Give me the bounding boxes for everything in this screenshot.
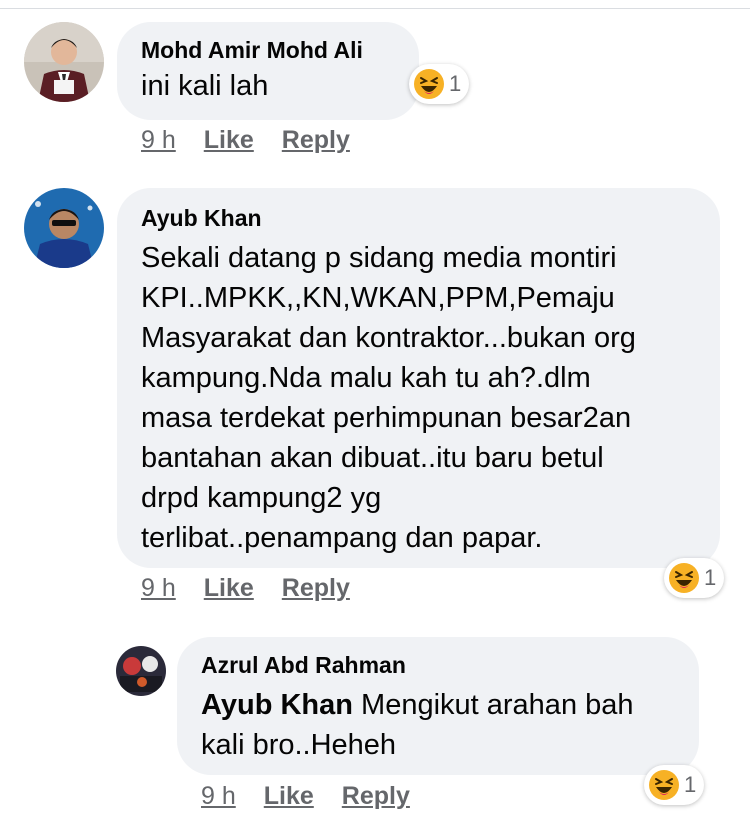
comment-text-line: Masyarakat dan kontraktor...bukan org <box>141 322 636 354</box>
mention-link[interactable]: Ayub Khan <box>201 689 353 721</box>
comment-text: ini kali lah <box>141 70 269 102</box>
comment-text-line: kali bro..Heheh <box>201 729 397 761</box>
avatar[interactable] <box>24 22 104 102</box>
comment-author[interactable]: Ayub Khan <box>141 204 696 232</box>
comment-text: Sekali datang p sidang media montiri KPI… <box>141 238 696 558</box>
like-button[interactable]: Like <box>204 574 254 602</box>
comment-text-line: masa terdekat perhimpunan besar2an <box>141 402 632 434</box>
haha-emoji-icon <box>649 770 679 800</box>
reply-button[interactable]: Reply <box>342 782 410 810</box>
reaction-count: 1 <box>684 772 697 797</box>
comment-bubble: Azrul Abd Rahman Ayub Khan Mengikut arah… <box>177 637 699 775</box>
avatar[interactable] <box>24 188 104 268</box>
timestamp-link[interactable]: 9 h <box>141 126 176 154</box>
comment-actions: 9 h Like Reply <box>141 126 378 155</box>
comment-author[interactable]: Mohd Amir Mohd Ali <box>141 36 395 64</box>
reaction-badge[interactable]: 1 <box>664 558 725 598</box>
haha-emoji-icon <box>669 563 699 593</box>
avatar[interactable] <box>116 646 166 696</box>
timestamp-link[interactable]: 9 h <box>201 782 236 810</box>
comment-bubble: Mohd Amir Mohd Ali ini kali lah <box>117 22 419 120</box>
like-button[interactable]: Like <box>264 782 314 810</box>
comment-actions: 9 h Like Reply <box>141 574 378 603</box>
divider <box>0 8 750 9</box>
timestamp-link[interactable]: 9 h <box>141 574 176 602</box>
comment-text-line: kampung.Nda malu kah tu ah?.dlm <box>141 362 591 394</box>
comment-text-segment: Mengikut arahan bah <box>352 689 634 721</box>
reply-button[interactable]: Reply <box>282 574 350 602</box>
comment-text-line: terlibat..penampang dan papar. <box>141 522 543 554</box>
reply-button[interactable]: Reply <box>282 126 350 154</box>
haha-emoji-icon <box>414 69 444 99</box>
comment-actions: 9 h Like Reply <box>201 782 438 811</box>
reaction-count: 1 <box>449 71 462 96</box>
like-button[interactable]: Like <box>204 126 254 154</box>
comment-text-line: Sekali datang p sidang media montiri <box>141 242 617 274</box>
comment-author[interactable]: Azrul Abd Rahman <box>201 651 675 679</box>
comment-text-line: drpd kampung2 yg <box>141 482 382 514</box>
comment-text-line: Ayub Khan Mengikut arahan bah <box>201 685 675 725</box>
reaction-badge[interactable]: 1 <box>644 765 705 805</box>
reaction-count: 1 <box>704 565 717 590</box>
comment-text-line: KPI..MPKK,,KN,WKAN,PPM,Pemaju <box>141 282 615 314</box>
comment-text-line: bantahan akan dibuat..itu baru betul <box>141 442 604 474</box>
comment-text: Ayub Khan Mengikut arahan bah kali bro..… <box>201 685 675 765</box>
comment-bubble: Ayub Khan Sekali datang p sidang media m… <box>117 188 720 568</box>
reaction-badge[interactable]: 1 <box>409 64 470 104</box>
